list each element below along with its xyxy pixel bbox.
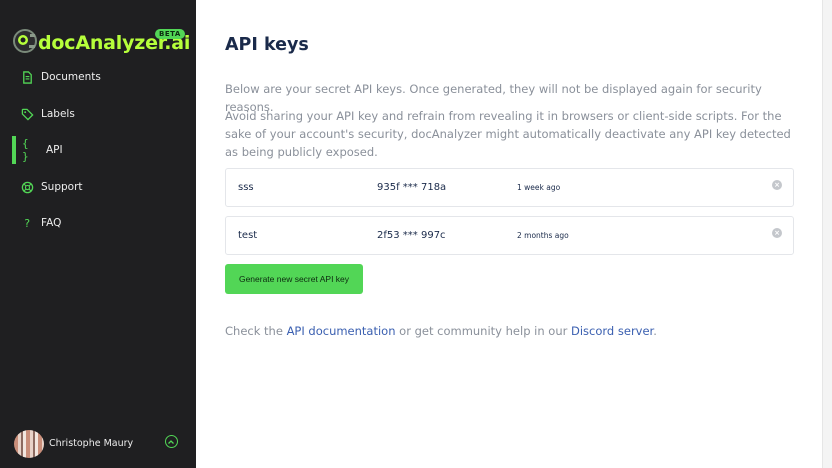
sidebar-item-labels[interactable]: Labels <box>0 100 196 128</box>
logo-icon <box>13 29 37 53</box>
discord-server-link[interactable]: Discord server <box>571 324 653 338</box>
sidebar-item-label: Documents <box>41 71 101 83</box>
beta-badge: BETA <box>155 29 185 39</box>
help-suffix: . <box>653 324 657 338</box>
api-key-value: 935f *** 718a <box>377 182 447 193</box>
help-text: Check the API documentation or get commu… <box>225 324 657 338</box>
brand-logo[interactable]: docAnalyzer.ai BETA <box>12 28 190 56</box>
sidebar-item-label: Labels <box>41 108 75 120</box>
tag-icon <box>20 107 34 121</box>
sidebar-item-label: FAQ <box>41 217 62 229</box>
sidebar-item-documents[interactable]: Documents <box>0 63 196 91</box>
api-key-name: sss <box>238 182 254 193</box>
api-key-value: 2f53 *** 997c <box>377 230 446 241</box>
remove-key-icon[interactable]: × <box>772 228 782 238</box>
sidebar: docAnalyzer.ai BETA Documents Labels { }… <box>0 0 196 468</box>
document-icon <box>20 70 34 84</box>
api-key-created: 2 months ago <box>517 231 569 240</box>
api-documentation-link[interactable]: API documentation <box>287 324 396 338</box>
question-icon: ? <box>23 216 31 230</box>
api-key-name: test <box>238 230 258 241</box>
main-content: API keys Below are your secret API keys.… <box>196 0 822 468</box>
user-name: Christophe Maury <box>49 438 134 449</box>
sidebar-item-support[interactable]: Support <box>0 173 196 201</box>
braces-icon: { } <box>22 137 29 163</box>
description-warning: Avoid sharing your API key and refrain f… <box>225 109 791 159</box>
api-key-row: sss 935f *** 718a 1 week ago × <box>225 168 794 207</box>
lifebuoy-icon <box>20 180 34 194</box>
sidebar-item-label: API <box>46 144 63 156</box>
sidebar-item-api[interactable]: { } API <box>0 136 196 164</box>
api-key-created: 1 week ago <box>517 183 561 192</box>
generate-key-button[interactable]: Generate new secret API key <box>225 264 363 294</box>
remove-key-icon[interactable]: × <box>772 180 782 190</box>
chevron-up-icon[interactable] <box>165 435 178 448</box>
help-prefix: Check the <box>225 324 287 338</box>
api-key-row: test 2f53 *** 997c 2 months ago × <box>225 216 794 255</box>
help-middle: or get community help in our <box>395 324 571 338</box>
active-indicator <box>12 136 16 164</box>
sidebar-item-faq[interactable]: ? FAQ <box>0 209 196 237</box>
avatar <box>14 430 44 458</box>
user-menu[interactable]: Christophe Maury <box>14 428 184 458</box>
scrollbar[interactable] <box>822 0 832 468</box>
page-title: API keys <box>225 35 309 55</box>
sidebar-item-label: Support <box>41 181 83 193</box>
